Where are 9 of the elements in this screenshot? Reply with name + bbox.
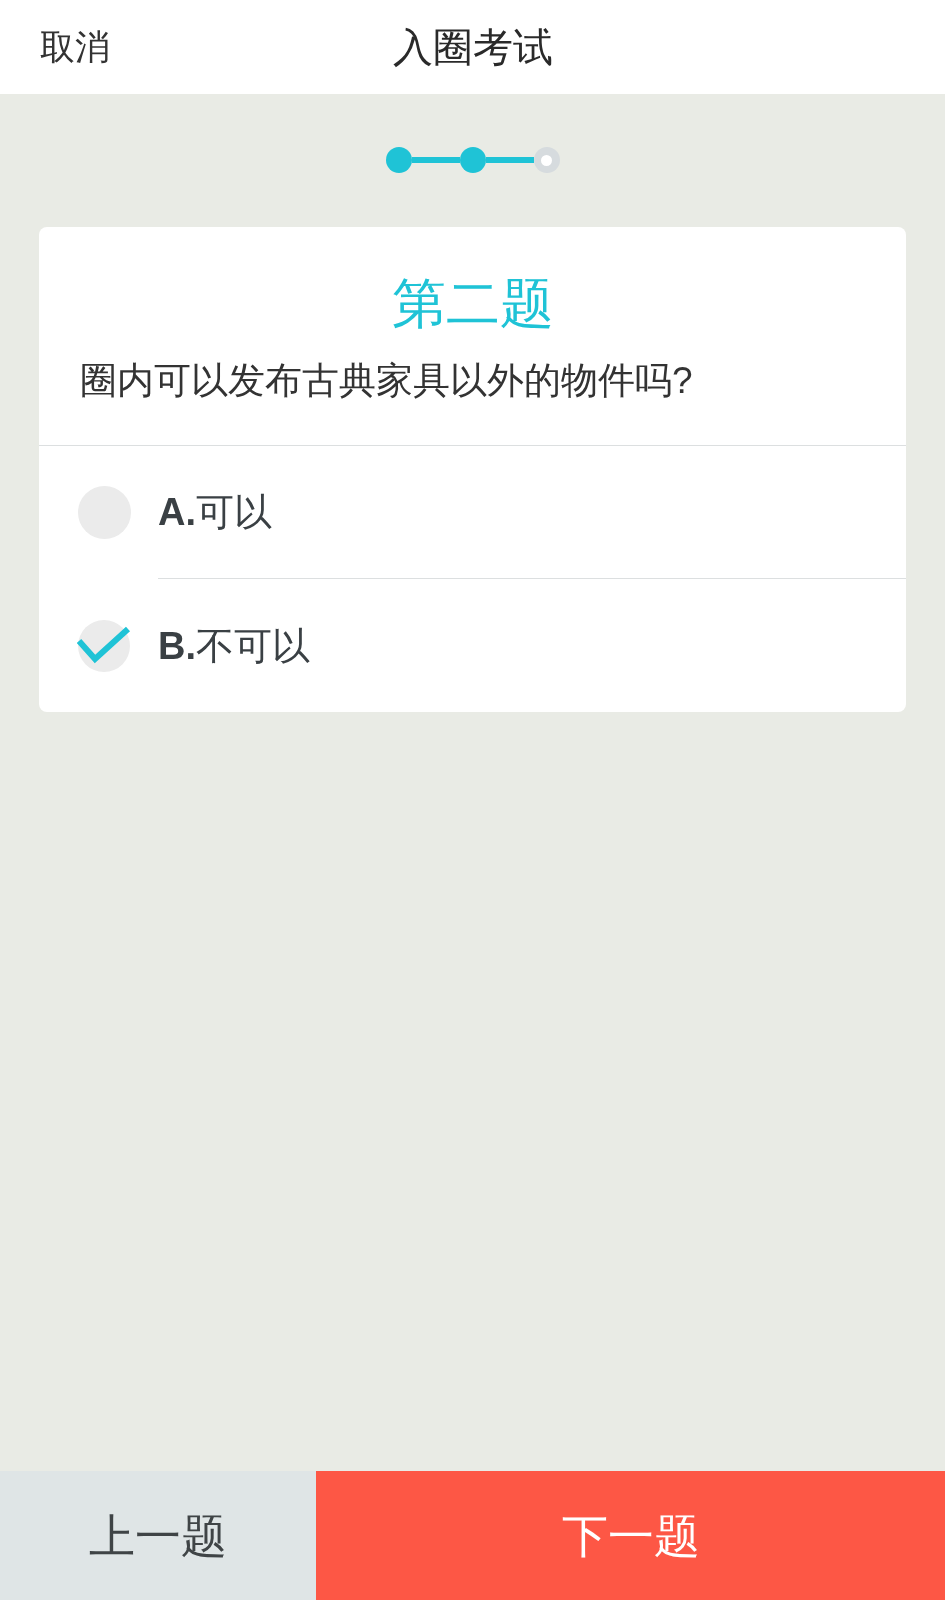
previous-question-button[interactable]: 上一题 [0,1471,316,1600]
page-title: 入圈考试 [392,24,553,71]
step-connector [411,157,460,163]
answer-option[interactable]: A.可以 [39,446,906,579]
question-heading: 第二题 [391,272,554,335]
question-text: 圈内可以发布古典家具以外的物件吗? [79,359,694,403]
answer-option[interactable]: B.不可以 [39,579,906,712]
step-connector [485,157,534,163]
cancel-button[interactable]: 取消 [40,25,110,69]
